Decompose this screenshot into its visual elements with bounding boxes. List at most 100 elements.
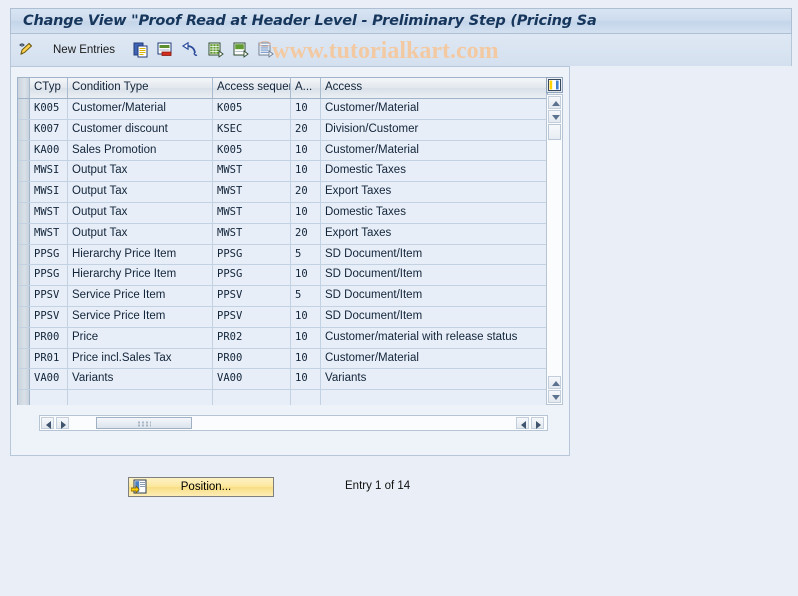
cell-a[interactable]: 10 [291, 202, 321, 223]
table-row[interactable]: PPSG Hierarchy Price Item PPSG 10 SD Documen… [18, 265, 547, 287]
cell-a[interactable] [291, 390, 321, 405]
cell-ctyp[interactable]: PR01 [30, 348, 68, 369]
row-selector[interactable] [18, 244, 30, 265]
cell-acseq[interactable]: MWST [213, 182, 291, 202]
cell-acc[interactable]: Export Taxes [321, 182, 547, 202]
cell-acseq[interactable]: VA00 [213, 369, 291, 390]
cell-a[interactable]: 20 [291, 223, 321, 244]
cell-acc[interactable] [321, 390, 547, 405]
row-selector[interactable] [18, 369, 30, 390]
cell-a[interactable]: 5 [291, 244, 321, 265]
select-all-button[interactable] [207, 38, 225, 62]
scroll-page-down-button[interactable] [548, 390, 561, 403]
table-row[interactable]: MWSI Output Tax MWST 20 Export Taxes [18, 182, 547, 203]
cell-a[interactable]: 10 [291, 306, 321, 327]
row-selector[interactable] [18, 265, 30, 286]
cell-acseq[interactable]: PPSG [213, 265, 291, 286]
cell-cond[interactable]: Customer discount [68, 119, 213, 140]
cell-ctyp[interactable]: K005 [30, 99, 68, 119]
row-selector[interactable] [18, 140, 30, 161]
cell-ctyp[interactable]: PPSV [30, 286, 68, 306]
cell-cond[interactable]: Variants [68, 369, 213, 390]
cell-cond[interactable]: Customer/Material [68, 99, 213, 119]
table-row[interactable]: KA00 Sales Promotion K005 10 Customer/Materi… [18, 140, 547, 162]
row-selector[interactable] [18, 390, 30, 405]
row-selector[interactable] [18, 223, 30, 244]
cell-acseq[interactable]: PR02 [213, 327, 291, 348]
row-selector[interactable] [18, 306, 30, 327]
table-row[interactable]: MWST Output Tax MWST 10 Domestic Taxes [18, 202, 547, 224]
table-row[interactable]: K007 Customer discount KSEC 20 Division/Cust… [18, 119, 547, 141]
table-row[interactable]: MWSI Output Tax MWST 10 Domestic Taxes [18, 161, 547, 183]
cell-ctyp[interactable] [30, 390, 68, 405]
deselect-all-button[interactable] [232, 38, 250, 62]
cell-a[interactable]: 10 [291, 140, 321, 161]
cell-cond[interactable]: Service Price Item [68, 306, 213, 327]
table-row[interactable]: PPSV Service Price Item PPSV 5 SD Document/I… [18, 286, 547, 307]
scroll-page-up-button[interactable] [548, 376, 561, 389]
cell-acseq[interactable]: PPSV [213, 286, 291, 306]
table-row[interactable]: PPSV Service Price Item PPSV 10 SD Document/… [18, 306, 547, 328]
cell-acc[interactable]: Variants [321, 369, 547, 389]
scroll-left-button[interactable] [41, 417, 54, 429]
scroll-down-button[interactable] [548, 110, 561, 123]
column-header-a[interactable]: A... [291, 78, 321, 98]
cell-a[interactable]: 10 [291, 161, 321, 182]
cell-ctyp[interactable]: PPSV [30, 306, 68, 327]
scroll-up-button[interactable] [548, 96, 561, 109]
row-selector[interactable] [18, 286, 30, 306]
cell-a[interactable]: 10 [291, 348, 321, 369]
cell-ctyp[interactable]: PPSG [30, 244, 68, 265]
cell-acc[interactable]: SD Document/Item [321, 265, 547, 285]
cell-cond[interactable]: Output Tax [68, 223, 213, 244]
new-entries-button[interactable]: New Entries [53, 38, 115, 62]
copy-as-button[interactable] [132, 38, 150, 62]
cell-acc[interactable]: Domestic Taxes [321, 203, 547, 223]
cell-ctyp[interactable]: KA00 [30, 140, 68, 161]
row-selector[interactable] [18, 99, 30, 119]
cell-acc[interactable]: SD Document/Item [321, 245, 547, 265]
column-header-acseq[interactable]: Access sequence [213, 78, 291, 98]
cell-acseq[interactable] [213, 390, 291, 405]
horizontal-scrollbar[interactable] [39, 415, 548, 431]
select-all-corner[interactable] [18, 78, 30, 98]
cell-acc[interactable]: Division/Customer [321, 120, 547, 140]
cell-acc[interactable]: Customer/Material [321, 99, 547, 119]
cell-cond[interactable]: Hierarchy Price Item [68, 265, 213, 286]
table-row[interactable]: PR00 Price PR02 10 Customer/material with re… [18, 327, 547, 349]
scroll-right-button[interactable] [56, 417, 69, 429]
table-row[interactable]: VA00 Variants VA00 10 Variants [18, 369, 547, 391]
cell-a[interactable]: 20 [291, 182, 321, 202]
table-settings-button[interactable] [546, 77, 563, 93]
scroll-far-right-button[interactable] [531, 417, 544, 429]
cell-acc[interactable]: Domestic Taxes [321, 161, 547, 181]
table-row[interactable]: PR01 Price incl.Sales Tax PR00 10 Customer/M… [18, 348, 547, 370]
column-header-ctyp[interactable]: CTyp [30, 78, 68, 98]
table-row[interactable]: MWST Output Tax MWST 20 Export Taxes [18, 223, 547, 245]
cell-acseq[interactable]: PPSG [213, 244, 291, 265]
row-selector[interactable] [18, 161, 30, 182]
cell-acseq[interactable]: MWST [213, 223, 291, 244]
table-row[interactable] [18, 390, 547, 405]
cell-acseq[interactable]: K005 [213, 99, 291, 119]
cell-ctyp[interactable]: MWST [30, 223, 68, 244]
cell-acc[interactable]: Customer/material with release status [321, 328, 547, 348]
table-row[interactable]: K005 Customer/Material K005 10 Customer/Mate… [18, 99, 547, 120]
row-selector[interactable] [18, 348, 30, 369]
cell-a[interactable]: 10 [291, 265, 321, 286]
cell-ctyp[interactable]: VA00 [30, 369, 68, 390]
cell-cond[interactable]: Price [68, 327, 213, 348]
cell-acseq[interactable]: MWST [213, 161, 291, 182]
cell-ctyp[interactable]: MWST [30, 202, 68, 223]
cell-acseq[interactable]: MWST [213, 202, 291, 223]
row-selector[interactable] [18, 119, 30, 140]
column-header-cond[interactable]: Condition Type [68, 78, 213, 98]
vertical-scroll-thumb[interactable] [548, 124, 561, 140]
delete-button[interactable] [156, 38, 174, 62]
cell-acc[interactable]: SD Document/Item [321, 286, 547, 306]
cell-ctyp[interactable]: MWSI [30, 182, 68, 202]
cell-acseq[interactable]: PPSV [213, 306, 291, 327]
cell-acseq[interactable]: K005 [213, 140, 291, 161]
cell-a[interactable]: 10 [291, 369, 321, 390]
undo-button[interactable] [181, 38, 199, 62]
